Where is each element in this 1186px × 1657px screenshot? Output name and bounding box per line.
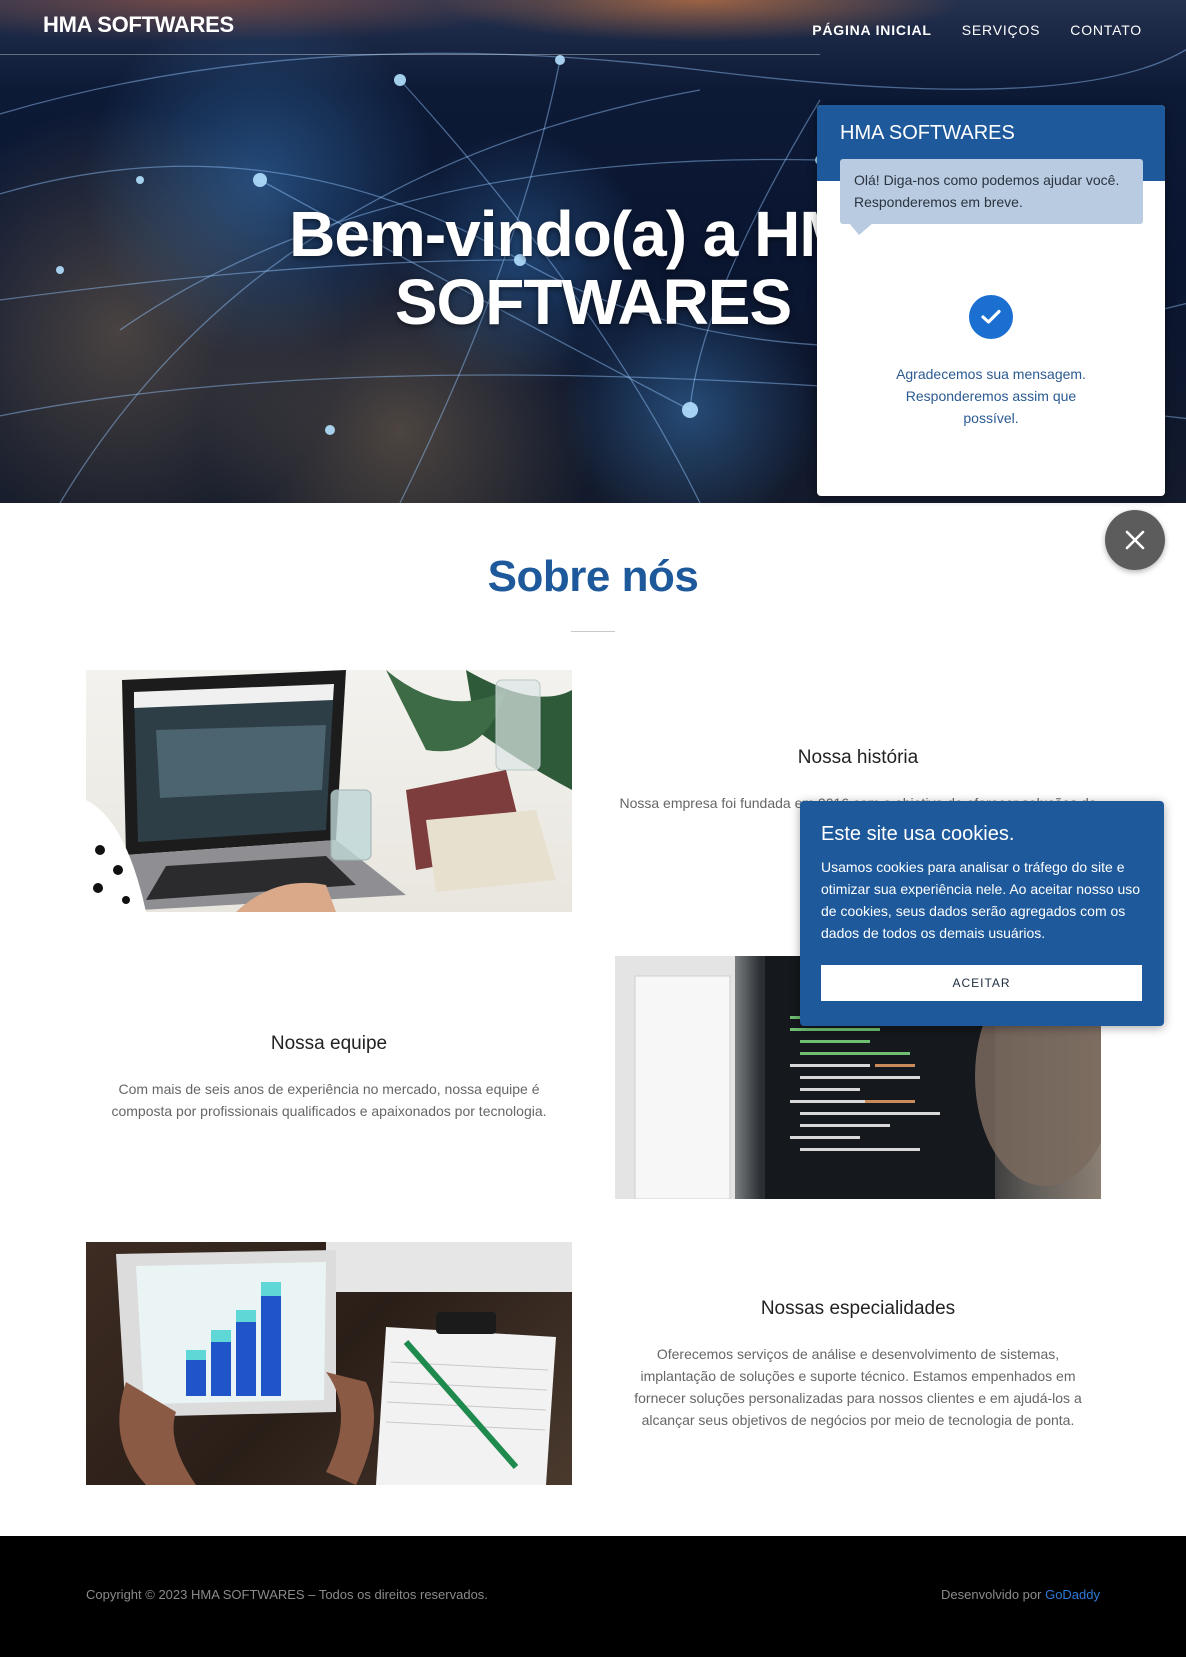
godaddy-link[interactable]: GoDaddy [1045, 1587, 1100, 1602]
footer-credit: Desenvolvido por GoDaddy [941, 1587, 1100, 1602]
about-title: Sobre nós [487, 552, 699, 601]
laptop-photo [86, 670, 572, 912]
accept-cookies-button[interactable]: ACEITAR [821, 965, 1142, 1001]
nav-link-services[interactable]: SERVIÇOS [962, 22, 1041, 38]
top-navigation: HMA SOFTWARES PÁGINA INICIAL SERVIÇOS CO… [0, 0, 1186, 56]
nav-link-home[interactable]: PÁGINA INICIAL [812, 22, 932, 38]
check-circle-icon [969, 295, 1013, 339]
chat-widget: HMA SOFTWARES Olá! Diga-nos como podemos… [817, 105, 1165, 496]
cookie-title: Este site usa cookies. [821, 823, 1015, 845]
about-divider [571, 631, 615, 632]
tablet-chart-photo [86, 1242, 572, 1485]
cookie-banner: Este site usa cookies. Usamos cookies pa… [800, 801, 1164, 1026]
site-logo[interactable]: HMA SOFTWARES [43, 12, 234, 38]
close-icon [1125, 530, 1145, 550]
chat-thanks-message: Agradecemos sua mensagem. Responderemos … [896, 366, 1086, 426]
main-nav: PÁGINA INICIAL SERVIÇOS CONTATO [812, 22, 1142, 38]
specialties-title: Nossas especialidades [760, 1298, 956, 1319]
chat-title: HMA SOFTWARES [840, 122, 1015, 144]
footer-credit-text: Desenvolvido por [941, 1587, 1046, 1602]
history-title: Nossa história [797, 747, 919, 768]
footer-copyright: Copyright © 2023 HMA SOFTWARES – Todos o… [86, 1587, 488, 1602]
header-divider [0, 54, 820, 55]
cookie-text: Usamos cookies para analisar o tráfego d… [821, 859, 1141, 941]
footer: Copyright © 2023 HMA SOFTWARES – Todos o… [0, 1536, 1186, 1657]
team-text: Com mais de seis anos de experiência no … [111, 1081, 547, 1119]
chat-bubble-tail [849, 223, 873, 235]
team-title: Nossa equipe [270, 1033, 388, 1054]
specialties-text: Oferecemos serviços de análise e desenvo… [634, 1346, 1082, 1428]
nav-link-contact[interactable]: CONTATO [1070, 22, 1142, 38]
chat-greeting-bubble: Olá! Diga-nos como podemos ajudar você. … [840, 159, 1143, 224]
